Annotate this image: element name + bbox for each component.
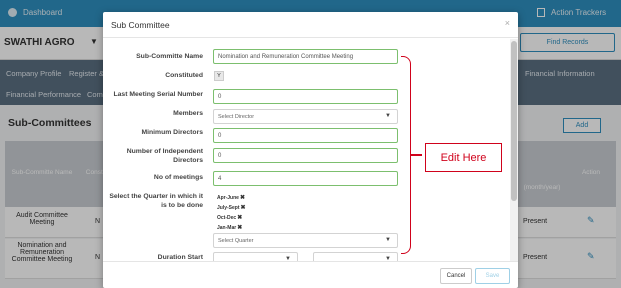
remove-icon[interactable]: ✖ [237,225,242,231]
quarter-tag-label: Oct-Dec [217,215,237,221]
remove-icon[interactable]: ✖ [240,195,245,201]
quarter-tag-label: Jan-Mar [217,225,237,231]
duration-start-month-select[interactable]: ▼ [213,252,298,261]
modal-title: Sub Committee [111,20,170,30]
quarter-tag-label: July-Sept [217,205,240,211]
minimum-directors-input[interactable]: 0 [213,128,398,143]
members-label: Members [173,110,203,117]
quarter-label-line2: is to be done [161,202,203,209]
meetings-input[interactable]: 4 [213,171,398,186]
modal-footer: Cancel Save [103,261,518,288]
quarter-placeholder: Select Quarter [218,237,254,244]
minimum-directors-label: Minimum Directors [141,129,203,136]
quarter-select[interactable]: Select Quarter ▼ [213,233,398,248]
remove-icon[interactable]: ✖ [237,215,242,221]
independent-directors-label-line2: Directors [173,157,203,164]
scrollbar-thumb[interactable] [511,41,517,201]
members-placeholder: Select Director [218,113,255,120]
constituted-value[interactable]: Y [214,71,224,81]
sub-committee-name-input[interactable]: Nomination and Remuneration Committee Me… [213,49,398,64]
quarter-tag: Oct-Dec✖ [217,214,242,221]
close-icon[interactable]: × [505,18,510,28]
edit-here-callout: Edit Here [425,143,502,172]
meetings-label: No of meetings [153,174,203,181]
save-button[interactable]: Save [475,268,510,284]
members-select[interactable]: Select Director ▼ [213,109,398,124]
modal-header: Sub Committee × [103,12,518,38]
serial-number-label: Last Meeting Serial Number [113,91,203,98]
modal-scrollbar[interactable] [510,39,518,261]
sub-committee-name-label: Sub-Committe Name [136,53,203,60]
quarter-tag: Jan-Mar✖ [217,224,242,231]
duration-start-year-select[interactable]: ▼ [313,252,398,261]
quarter-label-line1: Select the Quarter in which it [109,193,203,200]
chevron-down-icon: ▼ [385,113,391,119]
quarter-tag-label: Apr-June [217,195,239,201]
annotation-connector [410,154,422,156]
duration-start-label: Duration Start [157,254,203,261]
serial-number-input[interactable]: 0 [213,89,398,104]
quarter-tag: Apr-June✖ [217,194,245,201]
cancel-button[interactable]: Cancel [440,268,472,284]
independent-directors-label-line1: Number of Independent [126,148,203,155]
quarter-tag: July-Sept✖ [217,204,246,211]
independent-directors-input[interactable]: 0 [213,148,398,163]
chevron-down-icon: ▼ [385,237,391,243]
constituted-label: Constituted [165,72,203,79]
remove-icon[interactable]: ✖ [241,205,246,211]
